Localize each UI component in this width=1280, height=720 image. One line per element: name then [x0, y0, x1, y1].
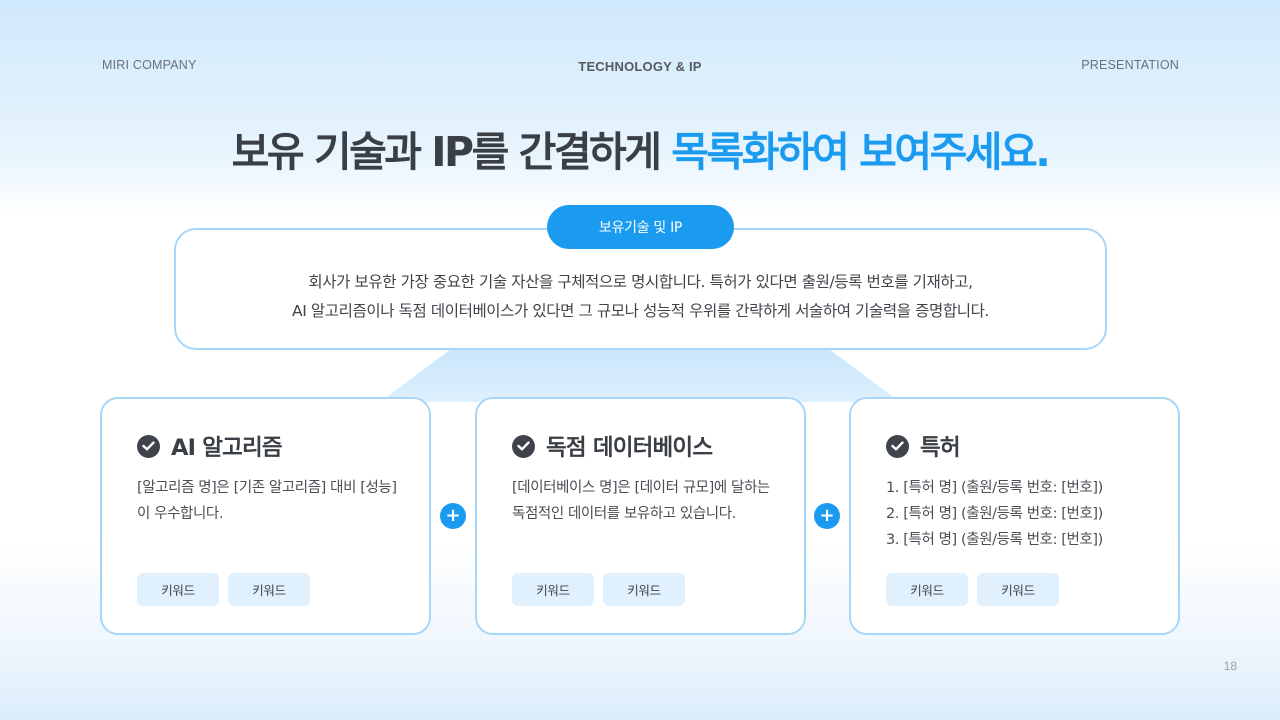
- keyword-chips: 키워드 키워드: [886, 573, 1059, 606]
- patent-list-item: 1. [특허 명] (출원/등록 번호: [번호]): [886, 480, 1103, 496]
- card-patent: 특허 1. [특허 명] (출원/등록 번호: [번호]) 2. [특허 명] …: [849, 397, 1180, 635]
- patent-list: 1. [특허 명] (출원/등록 번호: [번호]) 2. [특허 명] (출원…: [886, 475, 1156, 553]
- keyword-chip: 키워드: [137, 573, 219, 606]
- slide-title: 보유 기술과 IP를 간결하게 목록화하여 보여주세요.: [0, 118, 1280, 178]
- page-number: 18: [1223, 659, 1237, 673]
- title-accent: 목록화하여 보여주세요.: [671, 128, 1051, 176]
- summary-line-2: AI 알고리즘이나 독점 데이터베이스가 있다면 그 규모나 성능적 우위를 간…: [292, 301, 989, 320]
- summary-text: 회사가 보유한 가장 중요한 기술 자산을 구체적으로 명시합니다. 특허가 있…: [176, 268, 1105, 325]
- check-circle-icon: [512, 434, 535, 458]
- keyword-chip: 키워드: [603, 573, 685, 606]
- card-title: 특허: [920, 435, 961, 461]
- summary-line-1: 회사가 보유한 가장 중요한 기술 자산을 구체적으로 명시합니다. 특허가 있…: [308, 273, 973, 291]
- card-heading: 독점 데이터베이스: [512, 430, 713, 462]
- card-heading: 특허: [886, 430, 961, 462]
- card-description: [데이터베이스 명]은 [데이터 규모]에 달하는 독점적인 데이터를 보유하고…: [512, 480, 770, 523]
- patent-list-item: 3. [특허 명] (출원/등록 번호: [번호]): [886, 532, 1103, 549]
- patent-list-item: 2. [특허 명] (출원/등록 번호: [번호]): [886, 506, 1103, 523]
- card-title: AI 알고리즘: [171, 435, 283, 461]
- check-circle-icon: [886, 434, 909, 458]
- plus-icon: +: [440, 503, 466, 529]
- card-ai-algorithm: AI 알고리즘 [알고리즘 명]은 [기존 알고리즘] 대비 [성능]이 우수합…: [100, 397, 431, 635]
- keyword-chip: 키워드: [228, 573, 310, 606]
- plus-icon: +: [814, 503, 840, 529]
- card-description: [알고리즘 명]은 [기존 알고리즘] 대비 [성능]이 우수합니다.: [137, 480, 397, 523]
- summary-pill-label: 보유기술 및 IP: [547, 205, 734, 249]
- presentation-label: PRESENTATION: [1081, 58, 1179, 72]
- check-circle-icon: [137, 434, 160, 458]
- keyword-chip: 키워드: [977, 573, 1059, 606]
- keyword-chip: 키워드: [886, 573, 968, 606]
- keyword-chips: 키워드 키워드: [512, 573, 685, 606]
- card-title: 독점 데이터베이스: [546, 435, 713, 461]
- keyword-chips: 키워드 키워드: [137, 573, 310, 606]
- keyword-chip: 키워드: [512, 573, 594, 606]
- title-main: 보유 기술과 IP를 간결하게: [231, 128, 672, 176]
- card-database: 독점 데이터베이스 [데이터베이스 명]은 [데이터 규모]에 달하는 독점적인…: [475, 397, 806, 635]
- card-heading: AI 알고리즘: [137, 430, 283, 462]
